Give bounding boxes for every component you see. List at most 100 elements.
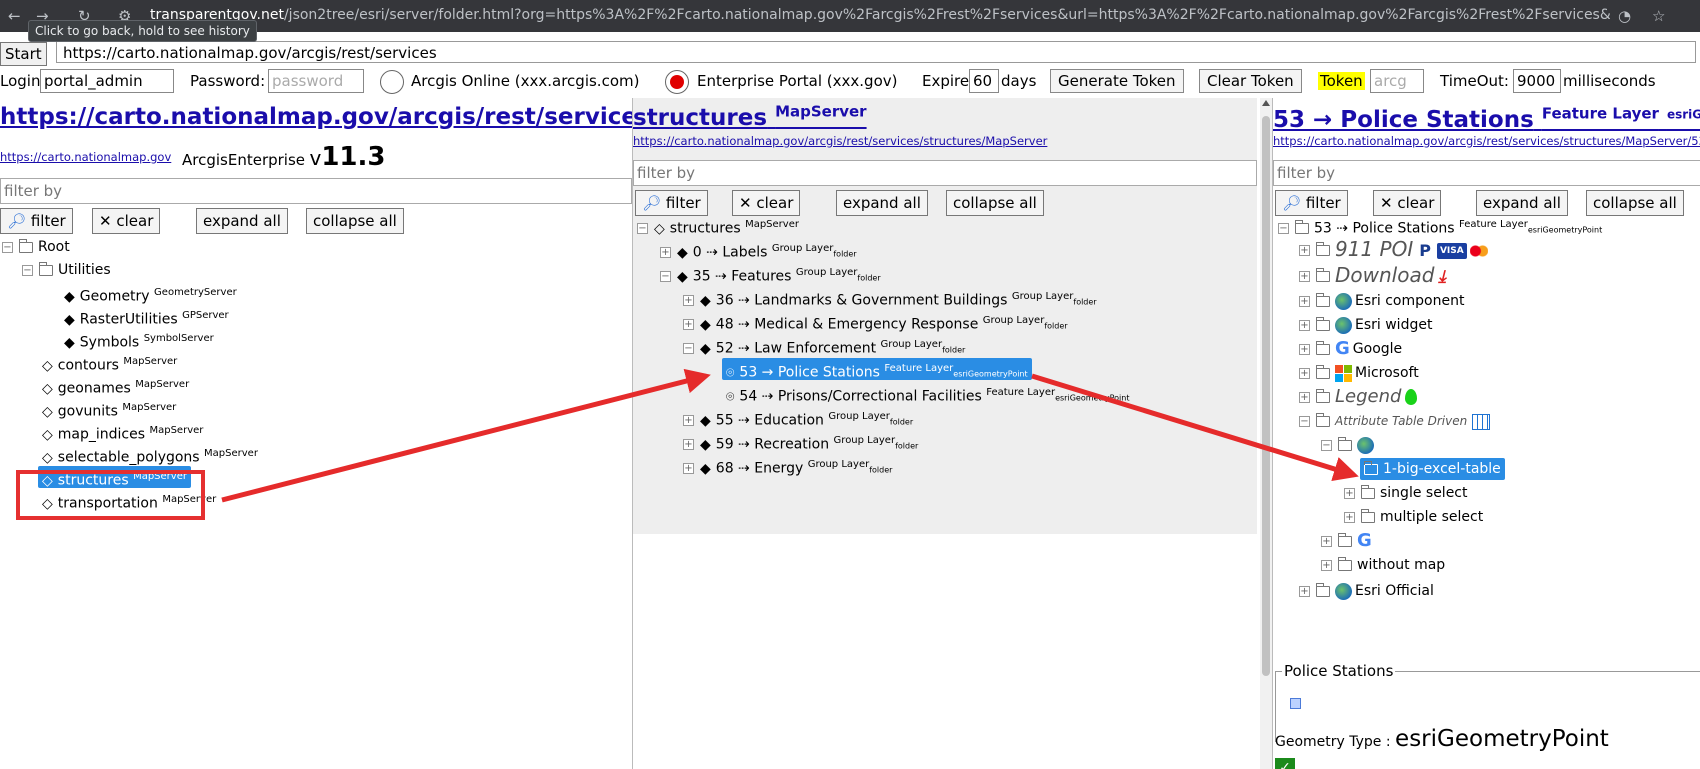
expand-icon[interactable]: + [660, 247, 671, 259]
structures-link[interactable]: structures MapServer [633, 102, 867, 131]
password-input[interactable]: password [268, 69, 364, 93]
panel2-filter-input[interactable]: filter by [633, 160, 1257, 186]
tree-node-recreation[interactable]: + ◆ 59 ⇢ Recreation Group Layerfolder [683, 430, 918, 453]
tree-node-geonames[interactable]: ◇ geonames MapServer [42, 374, 189, 397]
tree-node-symbols[interactable]: ◆ Symbols SymbolServer [64, 328, 214, 351]
expand-icon[interactable]: + [1344, 487, 1355, 499]
tree-node-microsoft[interactable]: + Microsoft [1299, 362, 1419, 384]
panel2-sublink[interactable]: https://carto.nationalmap.gov/arcgis/res… [633, 134, 1047, 148]
panel2-collapse-all-button[interactable]: collapse all [946, 190, 1044, 216]
expand-icon[interactable]: + [1299, 271, 1310, 282]
tree-node-legend[interactable]: + Legend [1299, 386, 1418, 408]
panel1-clear-button[interactable]: ✕ clear [92, 208, 161, 234]
login-input[interactable]: portal_admin [40, 69, 174, 93]
tree-node-multiple-select[interactable]: + multiple select [1344, 506, 1483, 528]
panel3-collapse-all-button[interactable]: collapse all [1586, 190, 1684, 216]
start-button[interactable]: Start [0, 42, 47, 66]
panel1-expand-all-button[interactable]: expand all [196, 208, 288, 234]
tree-node-root[interactable]: − Root [2, 236, 70, 258]
tree-node-features[interactable]: − ◆ 35 ⇢ Features Group Layerfolder [660, 262, 881, 285]
tree-node-medical[interactable]: + ◆ 48 ⇢ Medical & Emergency Response Grou… [683, 310, 1068, 333]
tree-node-google[interactable]: + G Google [1299, 338, 1402, 360]
tree-node-esri-component[interactable]: + Esri component [1299, 290, 1464, 312]
clear-token-button[interactable]: Clear Token [1199, 69, 1302, 93]
timeout-input[interactable]: 9000 [1513, 69, 1561, 93]
tree-node-single-select[interactable]: + single select [1344, 482, 1468, 504]
panel3-sublink[interactable]: https://carto.nationalmap.gov/arcgis/res… [1273, 134, 1700, 148]
tree-node-police-stations-selected[interactable]: ⌾ 53 → Police Stations Feature LayeresriG… [722, 358, 1032, 381]
scrollbar-thumb[interactable] [1262, 116, 1270, 676]
tree-node-prisons[interactable]: ⌾ 54 ⇢ Prisons/Correctional Facilities Fe… [726, 382, 1129, 405]
expand-icon[interactable]: + [683, 319, 694, 331]
collapse-icon[interactable]: − [1278, 223, 1289, 235]
expire-input[interactable]: 60 [969, 69, 999, 93]
tree-node-map-indices[interactable]: ◇ map_indices MapServer [42, 420, 203, 443]
tree-node-esri-official[interactable]: + Esri Official [1299, 580, 1434, 602]
tree-node-contours[interactable]: ◇ contours MapServer [42, 351, 177, 374]
collapse-icon[interactable]: − [637, 223, 648, 235]
expand-icon[interactable]: + [683, 463, 694, 475]
tree-node-attribute-table[interactable]: − Attribute Table Driven [1299, 410, 1491, 432]
panel1-sublink[interactable]: https://carto.nationalmap.gov [0, 150, 171, 164]
collapse-icon[interactable]: − [2, 241, 13, 253]
address-bar[interactable]: transparentgov.net/json2tree/esri/server… [150, 7, 1610, 23]
token-input[interactable]: arcg [1370, 69, 1424, 93]
tree-node-govunits[interactable]: ◇ govunits MapServer [42, 397, 176, 420]
panel3-clear-button[interactable]: ✕ clear [1373, 190, 1442, 216]
enterprise-portal-radio[interactable] [665, 70, 689, 94]
collapse-icon[interactable]: − [22, 264, 33, 276]
panel2-expand-all-button[interactable]: expand all [836, 190, 928, 216]
tree-node-geometry[interactable]: ◆ Geometry GeometryServer [64, 282, 237, 305]
panel2-filter-button[interactable]: 🔎︎ filter [635, 190, 708, 216]
panel2-clear-button[interactable]: ✕ clear [732, 190, 801, 216]
collapse-icon[interactable]: − [683, 343, 694, 355]
tree-node-selectable-polygons[interactable]: ◇ selectable_polygons MapServer [42, 443, 258, 466]
tree-node-labels[interactable]: + ◆ 0 ⇢ Labels Group Layerfolder [660, 238, 857, 261]
expand-icon[interactable]: + [1344, 511, 1355, 523]
tree-node-utilities[interactable]: − Utilities [22, 259, 111, 281]
arcgis-online-radio[interactable] [380, 70, 404, 94]
expand-icon[interactable]: + [683, 295, 694, 307]
tree-node-esri-group[interactable]: − [1321, 434, 1377, 456]
tree-node-911-poi[interactable]: +911 POI P VISA [1299, 238, 1488, 260]
expand-icon[interactable]: + [1299, 245, 1310, 256]
panel1-filter-button[interactable]: 🔎︎ filter [0, 208, 73, 234]
panel1-collapse-all-button[interactable]: collapse all [306, 208, 404, 234]
tree-node-1-big-excel-table-selected[interactable]: 1-big-excel-table [1360, 458, 1505, 480]
expand-icon[interactable]: + [1299, 585, 1310, 597]
panel3-filter-button[interactable]: 🔎︎ filter [1275, 190, 1348, 216]
checkbox-checked-icon[interactable]: ✓ [1275, 758, 1295, 769]
service-url-input[interactable]: https://carto.nationalmap.gov/arcgis/res… [56, 41, 1696, 63]
tree-node-landmarks[interactable]: + ◆ 36 ⇢ Landmarks & Government Buildings … [683, 286, 1097, 309]
expand-icon[interactable]: + [1299, 319, 1310, 331]
panel1-filter-input[interactable]: filter by [0, 178, 632, 204]
tree-node-education[interactable]: + ◆ 55 ⇢ Education Group Layerfolder [683, 406, 913, 429]
expand-icon[interactable]: + [1299, 391, 1310, 403]
expand-icon[interactable]: + [683, 415, 694, 427]
incognito-icon[interactable]: ◔ [1618, 7, 1631, 25]
expand-icon[interactable]: + [1321, 535, 1332, 547]
tree-node-without-map[interactable]: + without map [1321, 554, 1445, 576]
expand-icon[interactable]: + [1299, 295, 1310, 307]
tree-node-energy[interactable]: + ◆ 68 ⇢ Energy Group Layerfolder [683, 454, 892, 477]
panel2-scrollbar[interactable] [1260, 98, 1272, 769]
panel3-filter-input[interactable]: filter by [1273, 160, 1700, 186]
collapse-icon[interactable]: − [1321, 439, 1332, 451]
tree-node-google-group[interactable]: + G [1321, 530, 1375, 552]
back-icon[interactable]: ← [8, 7, 21, 25]
tree-node-download[interactable]: + Download ⤓ [1299, 264, 1446, 287]
scroll-up-icon[interactable] [1262, 100, 1270, 106]
panel3-expand-all-button[interactable]: expand all [1476, 190, 1568, 216]
tree-node-police-root[interactable]: − 53 ⇢ Police Stations Feature LayeresriG… [1278, 214, 1602, 237]
collapse-icon[interactable]: − [1299, 416, 1310, 427]
expand-icon[interactable]: + [1321, 559, 1332, 571]
collapse-icon[interactable]: − [660, 271, 671, 283]
services-root-link[interactable]: https://carto.nationalmap.gov/arcgis/res… [0, 104, 632, 130]
tree-node-rasterutilities[interactable]: ◆ RasterUtilities GPServer [64, 305, 229, 328]
bookmark-star-icon[interactable]: ☆ [1652, 7, 1665, 25]
tree-node-law-enforcement[interactable]: − ◆ 52 ⇢ Law Enforcement Group Layerfolder [683, 334, 965, 357]
expand-icon[interactable]: + [1299, 343, 1310, 355]
police-stations-link[interactable]: 53 → Police Stations Feature Layer esriG… [1273, 104, 1700, 133]
tree-node-structures-root[interactable]: − ◇ structures MapServer [637, 214, 799, 237]
generate-token-button[interactable]: Generate Token [1050, 69, 1184, 93]
